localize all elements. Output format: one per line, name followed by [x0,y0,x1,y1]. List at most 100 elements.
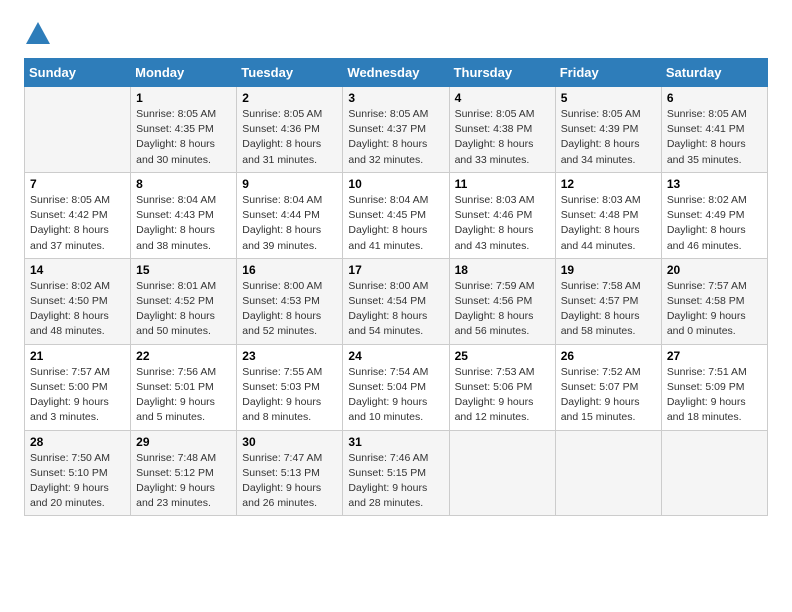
day-info: Sunrise: 7:57 AMSunset: 5:00 PMDaylight:… [30,365,125,426]
calendar-cell: 12 Sunrise: 8:03 AMSunset: 4:48 PMDayligh… [555,172,661,258]
calendar-table: SundayMondayTuesdayWednesdayThursdayFrid… [24,58,768,516]
day-number: 23 [242,349,337,363]
day-info: Sunrise: 8:05 AMSunset: 4:36 PMDaylight:… [242,107,337,168]
day-number: 25 [455,349,550,363]
day-number: 12 [561,177,656,191]
day-info: Sunrise: 8:04 AMSunset: 4:45 PMDaylight:… [348,193,443,254]
calendar-week-row: 7Sunrise: 8:05 AMSunset: 4:42 PMDaylight… [25,172,768,258]
calendar-cell: 18 Sunrise: 7:59 AMSunset: 4:56 PMDayligh… [449,258,555,344]
day-info: Sunrise: 7:50 AMSunset: 5:10 PMDaylight:… [30,451,125,512]
calendar-cell: 20Sunrise: 7:57 AMSunset: 4:58 PMDayligh… [661,258,767,344]
calendar-cell: 19Sunrise: 7:58 AMSunset: 4:57 PMDayligh… [555,258,661,344]
day-number: 18 [455,263,550,277]
day-number: 24 [348,349,443,363]
day-info: Sunrise: 8:05 AMSunset: 4:38 PMDaylight:… [455,107,550,168]
calendar-cell: 1 Sunrise: 8:05 AMSunset: 4:35 PMDaylight… [131,87,237,173]
day-info: Sunrise: 7:48 AMSunset: 5:12 PMDaylight:… [136,451,231,512]
day-number: 8 [136,177,231,191]
day-number: 26 [561,349,656,363]
day-number: 5 [561,91,656,105]
calendar-cell: 6 Sunrise: 8:05 AMSunset: 4:41 PMDaylight… [661,87,767,173]
day-info: Sunrise: 8:01 AMSunset: 4:52 PMDaylight:… [136,279,231,340]
day-info: Sunrise: 8:05 AMSunset: 4:39 PMDaylight:… [561,107,656,168]
calendar-week-row: 1 Sunrise: 8:05 AMSunset: 4:35 PMDaylight… [25,87,768,173]
weekday-header-wednesday: Wednesday [343,59,449,87]
calendar-cell: 16 Sunrise: 8:00 AMSunset: 4:53 PMDayligh… [237,258,343,344]
weekday-header-saturday: Saturday [661,59,767,87]
calendar-cell: 28 Sunrise: 7:50 AMSunset: 5:10 PMDayligh… [25,430,131,516]
day-info: Sunrise: 7:56 AMSunset: 5:01 PMDaylight:… [136,365,231,426]
day-info: Sunrise: 7:59 AMSunset: 4:56 PMDaylight:… [455,279,550,340]
day-info: Sunrise: 7:53 AMSunset: 5:06 PMDaylight:… [455,365,550,426]
calendar-cell: 26 Sunrise: 7:52 AMSunset: 5:07 PMDayligh… [555,344,661,430]
day-number: 6 [667,91,762,105]
day-info: Sunrise: 7:47 AMSunset: 5:13 PMDaylight:… [242,451,337,512]
calendar-week-row: 28 Sunrise: 7:50 AMSunset: 5:10 PMDayligh… [25,430,768,516]
calendar-cell: 29 Sunrise: 7:48 AMSunset: 5:12 PMDayligh… [131,430,237,516]
day-info: Sunrise: 8:00 AMSunset: 4:53 PMDaylight:… [242,279,337,340]
day-info: Sunrise: 8:03 AMSunset: 4:46 PMDaylight:… [455,193,550,254]
day-info: Sunrise: 7:51 AMSunset: 5:09 PMDaylight:… [667,365,762,426]
day-info: Sunrise: 8:00 AMSunset: 4:54 PMDaylight:… [348,279,443,340]
calendar-cell: 17 Sunrise: 8:00 AMSunset: 4:54 PMDayligh… [343,258,449,344]
calendar-cell: 14Sunrise: 8:02 AMSunset: 4:50 PMDayligh… [25,258,131,344]
calendar-cell: 25 Sunrise: 7:53 AMSunset: 5:06 PMDayligh… [449,344,555,430]
calendar-cell [449,430,555,516]
day-number: 19 [561,263,656,277]
calendar-cell: 23 Sunrise: 7:55 AMSunset: 5:03 PMDayligh… [237,344,343,430]
day-number: 21 [30,349,125,363]
calendar-cell: 3 Sunrise: 8:05 AMSunset: 4:37 PMDaylight… [343,87,449,173]
day-number: 28 [30,435,125,449]
calendar-cell: 11 Sunrise: 8:03 AMSunset: 4:46 PMDayligh… [449,172,555,258]
calendar-week-row: 14Sunrise: 8:02 AMSunset: 4:50 PMDayligh… [25,258,768,344]
day-info: Sunrise: 8:03 AMSunset: 4:48 PMDaylight:… [561,193,656,254]
day-info: Sunrise: 7:57 AMSunset: 4:58 PMDaylight:… [667,279,762,340]
calendar-cell: 13 Sunrise: 8:02 AMSunset: 4:49 PMDayligh… [661,172,767,258]
weekday-header-sunday: Sunday [25,59,131,87]
day-info: Sunrise: 7:52 AMSunset: 5:07 PMDaylight:… [561,365,656,426]
day-number: 15 [136,263,231,277]
calendar-cell: 9Sunrise: 8:04 AMSunset: 4:44 PMDaylight… [237,172,343,258]
calendar-cell: 21 Sunrise: 7:57 AMSunset: 5:00 PMDayligh… [25,344,131,430]
day-info: Sunrise: 8:05 AMSunset: 4:42 PMDaylight:… [30,193,125,254]
calendar-cell: 24 Sunrise: 7:54 AMSunset: 5:04 PMDayligh… [343,344,449,430]
day-number: 2 [242,91,337,105]
calendar-cell: 2 Sunrise: 8:05 AMSunset: 4:36 PMDaylight… [237,87,343,173]
calendar-week-row: 21 Sunrise: 7:57 AMSunset: 5:00 PMDayligh… [25,344,768,430]
calendar-cell: 30Sunrise: 7:47 AMSunset: 5:13 PMDayligh… [237,430,343,516]
header [24,20,768,48]
day-info: Sunrise: 7:55 AMSunset: 5:03 PMDaylight:… [242,365,337,426]
weekday-header-friday: Friday [555,59,661,87]
day-number: 14 [30,263,125,277]
day-number: 11 [455,177,550,191]
day-info: Sunrise: 8:05 AMSunset: 4:37 PMDaylight:… [348,107,443,168]
day-number: 3 [348,91,443,105]
day-info: Sunrise: 8:02 AMSunset: 4:49 PMDaylight:… [667,193,762,254]
day-info: Sunrise: 8:05 AMSunset: 4:35 PMDaylight:… [136,107,231,168]
calendar-cell: 8 Sunrise: 8:04 AMSunset: 4:43 PMDaylight… [131,172,237,258]
calendar-cell: 7Sunrise: 8:05 AMSunset: 4:42 PMDaylight… [25,172,131,258]
day-info: Sunrise: 8:04 AMSunset: 4:43 PMDaylight:… [136,193,231,254]
calendar-cell: 4 Sunrise: 8:05 AMSunset: 4:38 PMDaylight… [449,87,555,173]
day-info: Sunrise: 8:05 AMSunset: 4:41 PMDaylight:… [667,107,762,168]
calendar-cell: 27Sunrise: 7:51 AMSunset: 5:09 PMDayligh… [661,344,767,430]
calendar-cell: 10 Sunrise: 8:04 AMSunset: 4:45 PMDayligh… [343,172,449,258]
day-number: 9 [242,177,337,191]
day-number: 13 [667,177,762,191]
day-number: 31 [348,435,443,449]
day-number: 4 [455,91,550,105]
day-number: 16 [242,263,337,277]
calendar-cell [25,87,131,173]
day-number: 1 [136,91,231,105]
calendar-cell: 31 Sunrise: 7:46 AMSunset: 5:15 PMDayligh… [343,430,449,516]
logo [24,20,56,48]
calendar-cell [661,430,767,516]
day-number: 29 [136,435,231,449]
day-number: 17 [348,263,443,277]
weekday-header-row: SundayMondayTuesdayWednesdayThursdayFrid… [25,59,768,87]
calendar-cell: 5 Sunrise: 8:05 AMSunset: 4:39 PMDaylight… [555,87,661,173]
weekday-header-thursday: Thursday [449,59,555,87]
day-info: Sunrise: 7:54 AMSunset: 5:04 PMDaylight:… [348,365,443,426]
day-number: 10 [348,177,443,191]
day-info: Sunrise: 7:46 AMSunset: 5:15 PMDaylight:… [348,451,443,512]
